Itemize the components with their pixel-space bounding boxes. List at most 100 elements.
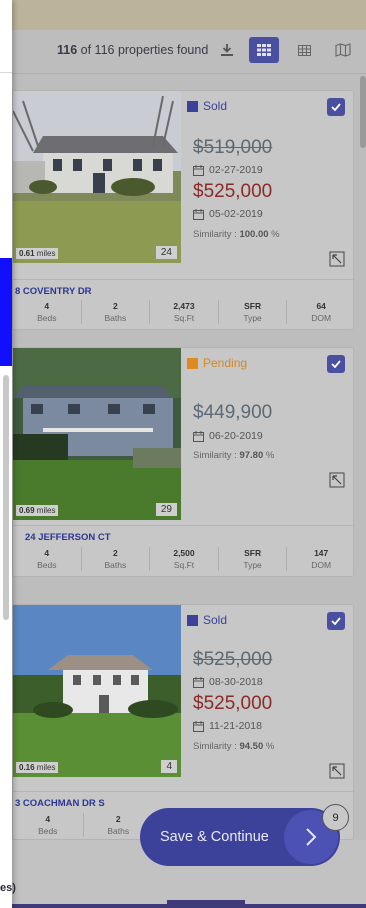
photo-count: 4 (161, 760, 177, 773)
similarity-unit: % (268, 229, 280, 240)
sold-price: $525,000 (193, 181, 273, 202)
list-date-text: 06-20-2019 (209, 430, 263, 442)
table-view-icon (297, 44, 311, 56)
stat-type: SFR Type (219, 547, 288, 571)
sqft-value: 2,500 (173, 548, 195, 558)
properties-count-number: 116 (57, 43, 78, 57)
dom-value: 147 (314, 548, 329, 558)
list-date-text: 02-27-2019 (209, 164, 263, 176)
select-checkbox[interactable] (327, 98, 345, 116)
status-square-icon (187, 614, 198, 626)
type-label: Type (243, 560, 262, 570)
similarity-unit: % (263, 741, 275, 752)
original-price: $519,000 (193, 137, 273, 158)
distance-unit: miles (34, 506, 56, 515)
results-toolbar: 116 of 116 properties found (12, 30, 366, 74)
properties-count: 116 of 116 properties found (57, 43, 208, 57)
status-badge: Sold (187, 99, 227, 113)
property-stats: 4 Beds 2 Baths 2,473 Sq.Ft SFR Type 64 DOM (13, 300, 355, 324)
beds-value: 4 (45, 814, 51, 824)
expand-icon[interactable] (329, 251, 345, 267)
property-photo[interactable]: 0.16 miles 4 (13, 605, 181, 777)
similarity-value: 100.00 (239, 229, 269, 240)
calendar-icon (193, 720, 204, 732)
baths-label: Baths (104, 560, 127, 570)
card-divider (13, 791, 355, 792)
grid-view-button[interactable] (249, 37, 279, 63)
calendar-icon (193, 208, 204, 220)
drawer-bottom-text: es) (0, 882, 16, 894)
dom-label: DOM (311, 313, 332, 323)
original-price: $525,000 (193, 649, 273, 670)
side-drawer: es) (0, 0, 16, 908)
stat-baths: 2 Baths (82, 547, 151, 571)
property-card[interactable]: 0.16 miles 4 Sold $525,000 08-30-2018 $5… (12, 604, 355, 840)
similarity-value: 94.50 (239, 741, 264, 752)
card-divider (13, 279, 355, 280)
sold-date: 05-02-2019 (193, 208, 263, 220)
distance-badge: 0.16 miles (16, 762, 59, 773)
sqft-label: Sq.Ft (173, 560, 195, 570)
save-continue-label: Save & Continue (160, 829, 269, 845)
table-view-button[interactable] (289, 37, 319, 63)
property-address[interactable]: 24 JEFFERSON CT (25, 532, 111, 543)
type-value: SFR (244, 301, 262, 311)
house-photo-2 (13, 348, 181, 520)
check-icon (331, 617, 341, 625)
similarity-value: 97.80 (239, 450, 264, 461)
map-view-button[interactable] (328, 37, 358, 63)
stat-type: SFR Type (219, 300, 288, 324)
list-date-text: 08-30-2018 (209, 676, 263, 688)
list-date: 06-20-2019 (193, 430, 263, 442)
status-badge: Sold (187, 613, 227, 627)
dom-value: 64 (316, 301, 326, 311)
expand-icon[interactable] (329, 763, 345, 779)
calendar-icon (193, 676, 204, 688)
select-checkbox[interactable] (327, 355, 345, 373)
baths-label: Baths (104, 313, 127, 323)
property-address[interactable]: 3 COACHMAN DR S (15, 798, 105, 809)
drawer-divider (0, 72, 12, 73)
stat-beds: 4 Beds (13, 300, 82, 324)
similarity-score: Similarity : 94.50 % (193, 741, 274, 752)
results-scrollbar[interactable] (360, 76, 366, 148)
download-button[interactable] (212, 37, 242, 63)
distance-value: 0.16 (19, 763, 35, 772)
beds-value: 4 (44, 301, 50, 311)
save-continue-button[interactable]: Save & Continue (140, 808, 340, 866)
type-label: Type (243, 313, 262, 323)
property-card[interactable]: 0.69 miles 29 Pending $449,900 06-20-201… (12, 347, 355, 577)
selected-count-badge: 9 (322, 804, 349, 831)
similarity-score: Similarity : 97.80 % (193, 450, 274, 461)
stat-baths: 2 Baths (82, 300, 151, 324)
property-address[interactable]: 8 COVENTRY DR (15, 286, 92, 297)
distance-unit: miles (34, 763, 56, 772)
status-square-icon (187, 100, 198, 112)
stat-sqft: 2,473 Sq.Ft (150, 300, 219, 324)
distance-badge: 0.69 miles (16, 505, 59, 516)
download-icon (221, 44, 233, 56)
baths-value: 2 (113, 548, 118, 558)
property-photo[interactable]: 0.61 miles 24 (13, 91, 181, 263)
drawer-tab[interactable] (0, 258, 12, 366)
sqft-label: Sq.Ft (173, 313, 195, 323)
drawer-scrollbar[interactable] (3, 375, 9, 620)
house-photo-1 (13, 91, 181, 263)
top-banner (12, 0, 366, 30)
baths-value: 2 (113, 301, 118, 311)
list-price: $449,900 (193, 402, 273, 423)
property-card[interactable]: 0.61 miles 24 Sold $519,000 02-27-2019 $… (12, 90, 355, 330)
list-date: 02-27-2019 (193, 164, 263, 176)
properties-count-label: of 116 properties found (77, 43, 209, 57)
expand-icon[interactable] (329, 472, 345, 488)
sold-date-text: 05-02-2019 (209, 208, 263, 220)
select-checkbox[interactable] (327, 612, 345, 630)
calendar-icon (193, 164, 204, 176)
beds-label: Beds (37, 313, 57, 323)
stat-beds: 4 Beds (13, 547, 82, 571)
calendar-icon (193, 430, 204, 442)
dom-label: DOM (311, 560, 332, 570)
beds-label: Beds (37, 560, 57, 570)
property-photo[interactable]: 0.69 miles 29 (13, 348, 181, 520)
distance-badge: 0.61 miles (16, 248, 59, 259)
